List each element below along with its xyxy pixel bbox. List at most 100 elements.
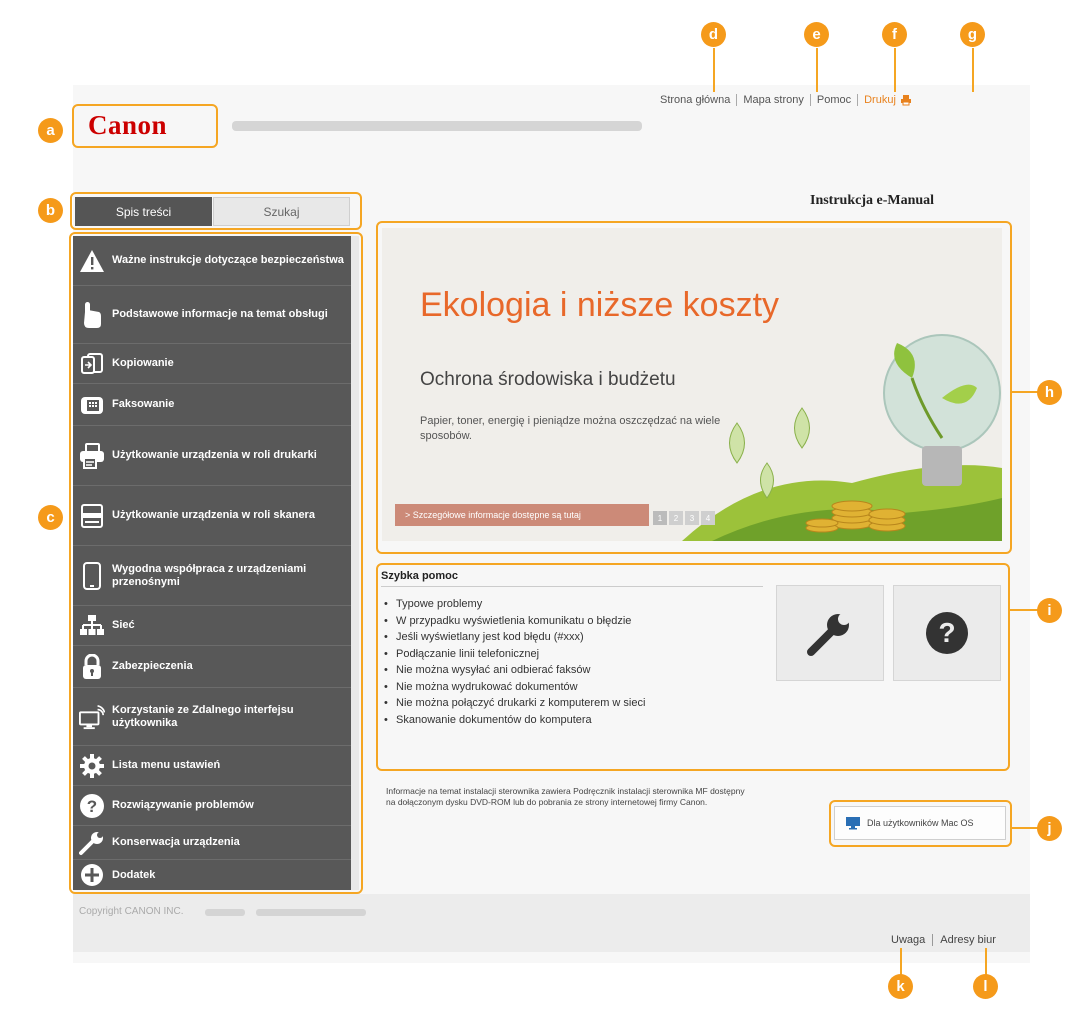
notice-link[interactable]: Uwaga — [884, 934, 932, 946]
callout-h: h — [1037, 380, 1062, 405]
hand-icon — [79, 301, 105, 328]
print-link[interactable]: Drukuj — [857, 94, 918, 106]
toc-item-printer[interactable]: Użytkowanie urządzenia w roli drukarki — [73, 426, 351, 486]
toc-label: Faksowanie — [112, 398, 175, 410]
banner-page-3[interactable]: 3 — [685, 511, 699, 525]
tab-search[interactable]: Szukaj — [213, 197, 350, 226]
copyright: Copyright CANON INC. — [79, 906, 184, 917]
toc-label: Konserwacja urządzenia — [112, 836, 240, 848]
toc-scrollbar[interactable] — [351, 236, 359, 890]
toc-item-basic-operations[interactable]: Podstawowe informacje na temat obsługi — [73, 286, 351, 344]
callout-line-e — [816, 48, 818, 92]
callout-l: l — [973, 974, 998, 999]
fax-icon — [79, 392, 105, 418]
network-icon — [79, 613, 105, 639]
wrench-icon — [807, 613, 850, 656]
banner-text: Papier, toner, energię i pieniądze można… — [420, 415, 721, 442]
quick-help-list: • Typowe problemy • W przypadku wyświetlen… — [384, 596, 645, 728]
toc-item-settings-menu[interactable]: Lista menu ustawień — [73, 746, 351, 786]
maintenance-button[interactable] — [776, 585, 884, 681]
banner-headline: Ekologia i niższe koszty — [420, 286, 780, 324]
toc-label: Rozwiązywanie problemów — [112, 799, 254, 811]
quick-help-item[interactable]: • Jeśli wyświetlany jest kod błędu (#xxx) — [384, 629, 645, 646]
remote-ui-icon — [79, 704, 105, 730]
footer-links: Uwaga Adresy biur — [884, 934, 1003, 946]
model-name-blurred — [232, 121, 642, 131]
quick-help-item[interactable]: • Nie można połączyć drukarki z komputere… — [384, 695, 645, 712]
callout-line-d — [713, 48, 715, 92]
toc-item-remote-ui[interactable]: Korzystanie ze Zdalnego interfejsu użytk… — [73, 688, 351, 746]
home-link[interactable]: Strona główna — [654, 94, 736, 106]
mac-os-button[interactable]: Dla użytkowników Mac OS — [834, 806, 1006, 840]
canon-logo[interactable]: Canon — [88, 110, 167, 141]
toc-item-copying[interactable]: Kopiowanie — [73, 344, 351, 384]
toc-label: Wygodna współpraca z urządzeniami przeno… — [112, 562, 307, 588]
feature-banner[interactable]: Ekologia i niższe koszty Ochrona środowi… — [382, 228, 1002, 541]
plus-icon — [79, 862, 105, 888]
quick-help-item[interactable]: • W przypadku wyświetlenia komunikatu o b… — [384, 613, 645, 630]
toc-label: Dodatek — [112, 868, 156, 881]
page-title: Instrukcja e-Manual — [810, 193, 935, 208]
copyright-year-blurred — [205, 909, 245, 916]
quick-help-item[interactable]: • Skanowanie dokumentów do komputera — [384, 712, 645, 729]
quick-help-item[interactable]: • Typowe problemy — [384, 596, 645, 613]
callout-a: a — [38, 118, 63, 143]
driver-install-note: Informacje na temat instalacji sterownik… — [386, 786, 745, 807]
top-links: Strona główna Mapa strony Pomoc Drukuj — [654, 92, 918, 108]
toc-label: Lista menu ustawień — [112, 759, 221, 771]
sitemap-link[interactable]: Mapa strony — [736, 94, 810, 106]
toc-item-fax[interactable]: Faksowanie — [73, 384, 351, 426]
toc-item-safety[interactable]: Ważne instrukcje dotyczące bezpieczeństw… — [73, 236, 351, 286]
toc-label: Podstawowe informacje na temat obsługi — [112, 308, 328, 320]
toc-label: Użytkowanie urządzenia w roli skanera — [112, 509, 315, 521]
callout-line-f — [894, 48, 896, 92]
callout-g: g — [960, 22, 985, 47]
callout-f: f — [882, 22, 907, 47]
lock-icon — [79, 653, 105, 680]
toc-label: Korzystanie ze Zdalnego interfejsu użytk… — [112, 703, 294, 729]
svg-text:?: ? — [87, 797, 97, 816]
print-label: Drukuj — [864, 94, 896, 106]
toc-item-troubleshooting[interactable]: ? Rozwiązywanie problemów — [73, 786, 351, 826]
faq-button[interactable]: ? — [893, 585, 1001, 681]
toc-item-appendix[interactable]: Dodatek — [73, 860, 351, 890]
help-link[interactable]: Pomoc — [809, 94, 857, 106]
quick-help-item[interactable]: • Nie można wydrukować dokumentów — [384, 679, 645, 696]
toc-label: Zabezpieczenia — [112, 660, 193, 672]
toc-item-network[interactable]: Sieć — [73, 606, 351, 646]
toc-label: Ważne instrukcje dotyczące bezpieczeństw… — [112, 254, 344, 266]
copy-icon — [79, 351, 105, 377]
callout-d: d — [701, 22, 726, 47]
office-addresses-link[interactable]: Adresy biur — [932, 934, 1003, 946]
toc-item-mobile[interactable]: Wygodna współpraca z urządzeniami przeno… — [73, 546, 351, 606]
callout-e: e — [804, 22, 829, 47]
callout-i: i — [1037, 598, 1062, 623]
toc-label: Kopiowanie — [112, 357, 174, 369]
banner-page-2[interactable]: 2 — [669, 511, 683, 525]
wrench-icon — [79, 830, 105, 856]
toc-item-maintenance[interactable]: Konserwacja urządzenia — [73, 826, 351, 860]
toc-item-scanner[interactable]: Użytkowanie urządzenia w roli skanera — [73, 486, 351, 546]
toc-panel: Ważne instrukcje dotyczące bezpieczeństw… — [73, 236, 351, 890]
svg-text:?: ? — [938, 617, 955, 648]
banner-more-link[interactable]: > Szczegółowe informacje dostępne są tut… — [395, 504, 649, 526]
quick-help-item[interactable]: • Nie można wysyłać ani odbierać faksów — [384, 662, 645, 679]
monitor-icon — [846, 817, 860, 830]
toc-label: Użytkowanie urządzenia w roli drukarki — [112, 449, 317, 461]
printer-icon — [79, 442, 105, 469]
callout-line-j — [1012, 827, 1040, 829]
quick-help-item[interactable]: • Podłączanie linii telefonicznej — [384, 646, 645, 663]
banner-page-1[interactable]: 1 — [653, 511, 667, 525]
print-icon — [900, 95, 911, 106]
tab-contents[interactable]: Spis treści — [75, 197, 212, 226]
banner-page-4[interactable]: 4 — [701, 511, 715, 525]
callout-k: k — [888, 974, 913, 999]
callout-line-i — [1010, 609, 1040, 611]
toc-item-security[interactable]: Zabezpieczenia — [73, 646, 351, 688]
copyright-extra-blurred — [256, 909, 366, 916]
divider — [381, 586, 763, 587]
callout-j: j — [1037, 816, 1062, 841]
toc-label: Sieć — [112, 619, 135, 631]
callout-b: b — [38, 198, 63, 223]
callout-c: c — [38, 505, 63, 530]
